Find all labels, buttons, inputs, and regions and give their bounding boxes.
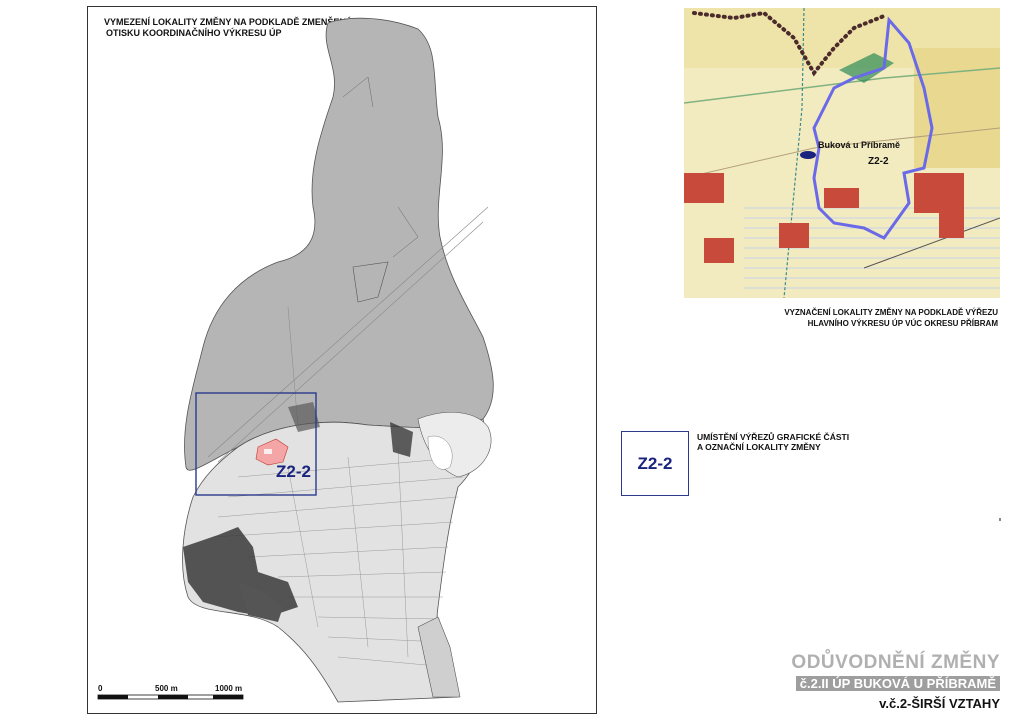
northern-territory-area [184, 17, 494, 471]
inset-caption-line1: VYZNAČENÍ LOKALITY ZMĚNY NA PODKLADĚ VÝŘ… [784, 308, 998, 317]
scale-label-1000: 1000 m [215, 684, 243, 693]
scale-label-500: 500 m [155, 684, 178, 693]
main-map-zone-label: Z2-2 [276, 462, 311, 481]
legend-text-line2: A OZNAČNÍ LOKALITY ZMĚNY [697, 442, 821, 452]
title-line1: ODŮVODNĚNÍ ZMĚNY [791, 652, 1000, 673]
inset-map: Buková u Příbramě Z2-2 [684, 8, 1000, 298]
title-line2: č.2.II ÚP BUKOVÁ U PŘÍBRAMĚ [795, 676, 1000, 691]
inset-caption-line2: HLAVNÍHO VÝKRESU ÚP VÚC OKRESU PŘÍBRAM [807, 319, 998, 328]
inset-map-caption: VYZNAČENÍ LOKALITY ZMĚNY NA PODKLADĚ VÝŘ… [784, 307, 998, 329]
scale-bar [97, 694, 244, 700]
title-line3: v.č.2-ŠIRŠÍ VZTAHY [879, 696, 1000, 711]
municipality-map [97, 17, 494, 703]
legend-text: UMÍSTĚNÍ VÝŘEZŮ GRAFICKÉ ČÁSTI A OZNAČNÍ… [697, 432, 849, 452]
legend-symbol-box: Z2-2 [621, 431, 689, 496]
inset-map-graphic: Buková u Příbramě Z2-2 [684, 8, 1000, 298]
legend-box-label: Z2-2 [637, 453, 673, 473]
title-block: ODŮVODNĚNÍ ZMĚNY č.2.II ÚP BUKOVÁ U PŘÍB… [791, 652, 1000, 711]
legend-text-line1: UMÍSTĚNÍ VÝŘEZŮ GRAFICKÉ ČÁSTI [697, 432, 850, 442]
margin-mark [999, 518, 1001, 521]
inset-zone-label: Z2-2 [868, 156, 889, 167]
scale-label-zero: 0 [98, 684, 103, 693]
inset-place-label: Buková u Příbramě [818, 140, 900, 150]
